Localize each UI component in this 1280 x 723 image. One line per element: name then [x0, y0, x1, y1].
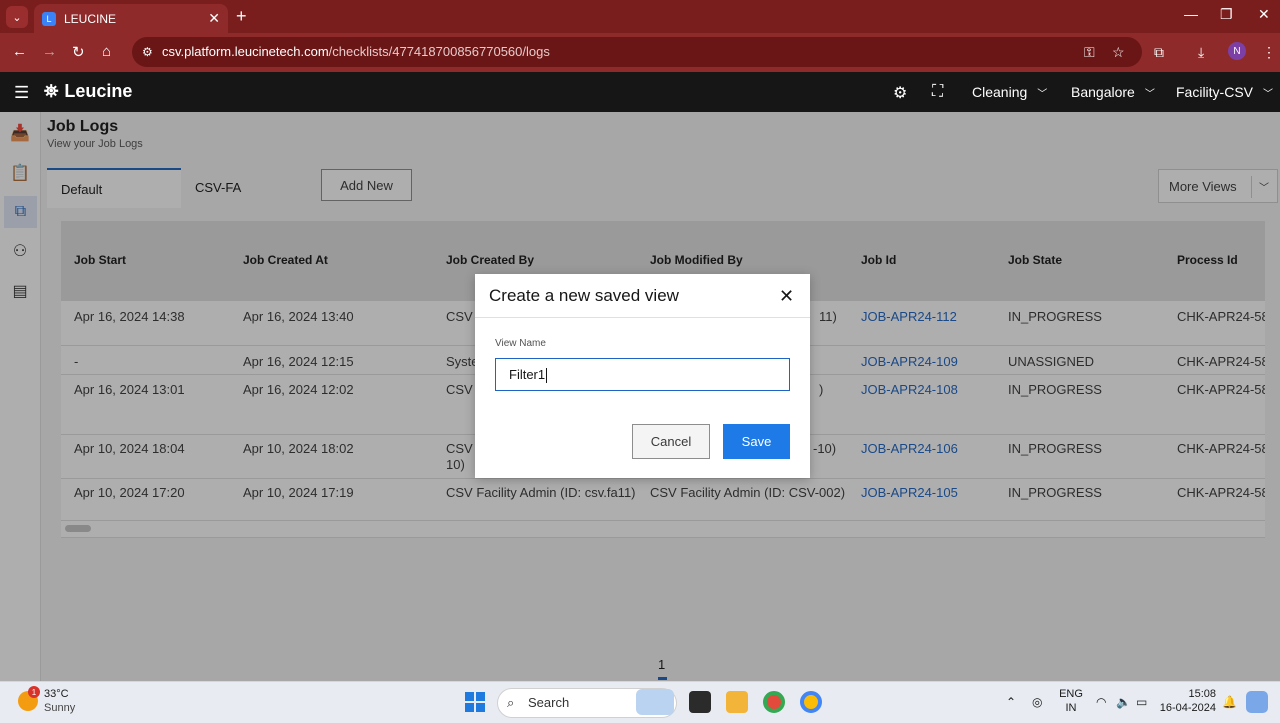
weather-description[interactable]: Sunny — [44, 702, 75, 714]
download-icon[interactable]: ⤓ — [1198, 44, 1204, 61]
browser-menu-icon[interactable]: ⋮ — [1262, 44, 1276, 61]
weather-temperature[interactable]: 33°C — [44, 688, 69, 700]
battery-icon[interactable]: ▭ — [1136, 695, 1147, 709]
location-selector[interactable]: Bangalore ﹀ — [1071, 84, 1155, 100]
cancel-button[interactable]: Cancel — [632, 424, 710, 459]
use-case-selector[interactable]: Cleaning ﹀ — [972, 84, 1047, 100]
copilot-icon[interactable] — [1246, 691, 1268, 713]
bookmark-star-icon[interactable]: ☆ — [1112, 44, 1125, 61]
app-header: ☰ ⛯ Leucine ⚙ ⛶ Cleaning ﹀ Bangalore ﹀ Fac… — [0, 72, 1280, 112]
site-info-icon[interactable]: ⚙ — [142, 37, 153, 67]
widgets-icon[interactable] — [636, 689, 674, 715]
reload-icon[interactable]: ↻ — [72, 43, 85, 61]
location-label: Bangalore — [1071, 84, 1135, 100]
search-label: Search — [528, 695, 570, 710]
use-case-label: Cleaning — [972, 84, 1028, 100]
browser-toolbar: ← → ↻ ⌂ ⚙ csv.platform.leucinetech.com/c… — [0, 33, 1280, 72]
clock-time[interactable]: 15:08 — [1160, 688, 1216, 700]
save-button[interactable]: Save — [723, 424, 790, 459]
leucine-logo-icon: ⛯ — [44, 81, 59, 101]
hamburger-menu-icon[interactable]: ☰ — [14, 83, 29, 103]
back-icon[interactable]: ← — [12, 43, 27, 60]
scan-icon[interactable]: ⛶ — [932, 83, 943, 101]
chevron-down-icon: ﹀ — [1037, 89, 1048, 100]
chrome-icon[interactable] — [763, 691, 785, 713]
profile-avatar[interactable]: N — [1228, 42, 1246, 60]
volume-icon[interactable]: 🔈 — [1116, 695, 1131, 709]
network-status-icon[interactable]: ◎ — [1032, 695, 1042, 709]
search-icon: ⌕ — [507, 695, 515, 710]
url-path: /checklists/477418700856770560/logs — [328, 44, 550, 59]
minimize-icon[interactable]: — — [1184, 6, 1198, 22]
tab-close-icon[interactable]: ✕ — [208, 10, 220, 27]
extensions-icon[interactable]: ⧉ — [1154, 44, 1164, 61]
view-name-input[interactable]: Filter1 — [495, 358, 790, 391]
create-saved-view-modal: Create a new saved view ✕ View Name Filt… — [475, 274, 810, 478]
weather-badge: 1 — [28, 686, 40, 698]
new-tab-icon[interactable]: + — [236, 6, 247, 27]
leucine-favicon-icon: L — [42, 11, 56, 26]
restore-icon[interactable]: ❐ — [1220, 6, 1233, 23]
chrome-profile-icon[interactable] — [800, 691, 822, 713]
brand-name: Leucine — [64, 81, 133, 101]
notifications-bell-icon[interactable]: 🔔 — [1222, 695, 1237, 709]
forward-icon[interactable]: → — [42, 43, 57, 60]
facility-selector[interactable]: Facility-CSV ﹀ — [1176, 84, 1273, 100]
settings-icon[interactable]: ⚙ — [893, 83, 907, 103]
wifi-icon[interactable]: ◠ — [1096, 695, 1106, 709]
divider — [475, 317, 810, 318]
clock-date[interactable]: 16-04-2024 — [1158, 702, 1216, 714]
tab-search-icon[interactable]: ⌄ — [6, 6, 28, 28]
address-bar[interactable]: ⚙ csv.platform.leucinetech.com/checklist… — [132, 37, 1142, 67]
tab-title: LEUCINE — [64, 11, 117, 26]
chevron-up-icon[interactable]: ⌃ — [1006, 695, 1016, 709]
view-name-label: View Name — [495, 338, 546, 349]
leucine-logo[interactable]: ⛯ Leucine — [44, 81, 132, 102]
password-key-icon[interactable]: ⚿ — [1084, 44, 1095, 61]
language-line2[interactable]: IN — [1058, 702, 1084, 714]
modal-title: Create a new saved view — [489, 286, 679, 305]
browser-tab[interactable]: L LEUCINE ✕ — [34, 4, 228, 33]
os-taskbar: 1 33°C Sunny ⌕ Search ⌃ ◎ ENG IN ◠ 🔈 ▭ 1… — [0, 681, 1280, 723]
chevron-down-icon: ﹀ — [1263, 89, 1274, 100]
task-view-icon[interactable] — [689, 691, 711, 713]
windows-start-icon[interactable] — [465, 692, 485, 712]
browser-tab-strip: ⌄ L LEUCINE ✕ + — ❐ ✕ — [0, 0, 1280, 33]
chevron-down-icon: ﹀ — [1144, 89, 1155, 100]
home-icon[interactable]: ⌂ — [102, 43, 111, 60]
url-host: csv.platform.leucinetech.com — [162, 44, 329, 59]
file-explorer-icon[interactable] — [726, 691, 748, 713]
language-line1[interactable]: ENG — [1058, 688, 1084, 700]
facility-label: Facility-CSV — [1176, 84, 1254, 100]
window-close-icon[interactable]: ✕ — [1258, 6, 1270, 23]
close-icon[interactable]: ✕ — [779, 286, 794, 307]
